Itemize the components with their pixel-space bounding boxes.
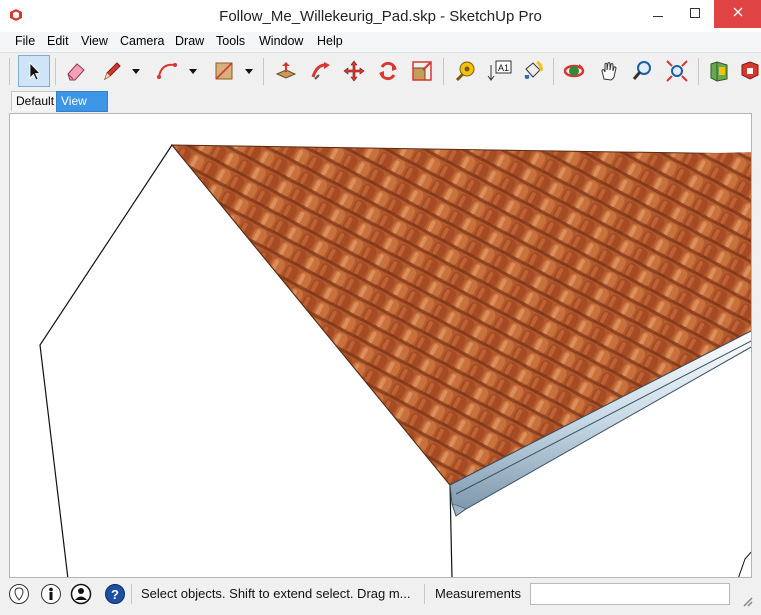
toolbar-separator (553, 58, 554, 85)
scene-tab-view[interactable]: View (56, 91, 108, 112)
menu-window[interactable]: Window (259, 34, 303, 48)
select-icon (29, 62, 41, 81)
rotate-tool-button[interactable] (372, 55, 404, 87)
text-tool-button[interactable]: A1 (484, 55, 516, 87)
resize-grip-icon[interactable] (740, 594, 754, 608)
extension-warehouse-button[interactable] (734, 55, 761, 87)
measurements-label: Measurements (435, 586, 521, 601)
menu-camera[interactable]: Camera (120, 34, 164, 48)
house-wall-corner (738, 551, 751, 577)
large-toolset-toolbar: A1 (0, 52, 761, 90)
eraser-icon (67, 63, 85, 81)
push-pull-icon (275, 62, 297, 79)
push-pull-tool-button[interactable] (270, 55, 302, 87)
menu-file[interactable]: File (15, 34, 35, 48)
maximize-icon (690, 8, 700, 18)
scale-icon (412, 61, 432, 81)
zoom-extents-icon (666, 60, 688, 82)
move-icon (343, 60, 365, 82)
paint-bucket-tool-button[interactable] (517, 55, 549, 87)
svg-text:?: ? (111, 587, 119, 602)
user-account-icon[interactable] (70, 583, 92, 605)
orbit-icon (563, 64, 585, 78)
drawing-viewport[interactable] (9, 113, 752, 578)
scale-tool-button[interactable] (406, 55, 438, 87)
paint-bucket-icon (524, 60, 543, 79)
tape-measure-tool-button[interactable] (449, 55, 481, 87)
rotate-icon (379, 61, 397, 81)
menu-draw[interactable]: Draw (175, 34, 204, 48)
scene-tab-default[interactable]: Default (11, 91, 59, 111)
follow-me-icon (311, 62, 330, 80)
text-icon: A1 (487, 60, 512, 81)
credits-icon[interactable] (40, 583, 62, 605)
menu-help[interactable]: Help (317, 34, 343, 48)
toolbar-separator (55, 58, 56, 85)
extension-warehouse-icon (741, 61, 759, 80)
3d-warehouse-icon (710, 61, 728, 82)
tape-measure-icon (455, 61, 475, 82)
3d-warehouse-button[interactable] (703, 55, 735, 87)
line-pencil-icon (104, 62, 121, 81)
arc-icon (157, 63, 177, 79)
toolbar-separator (263, 58, 264, 85)
eraser-tool-button[interactable] (60, 55, 92, 87)
toolbar-grip (9, 58, 10, 85)
pan-tool-button[interactable] (593, 55, 625, 87)
status-separator (424, 584, 425, 604)
toolbar-separator (698, 58, 699, 85)
rectangle-dropdown-arrow-icon[interactable] (244, 66, 254, 76)
select-tool-button[interactable] (18, 55, 50, 87)
maximize-button[interactable] (673, 0, 717, 28)
instructor-help-icon[interactable]: ? (104, 583, 126, 605)
roof-model-drawing[interactable] (10, 114, 752, 578)
status-bar: ? Select objects. Shift to extend select… (0, 580, 761, 608)
close-icon (733, 7, 742, 17)
geo-location-icon[interactable] (8, 583, 30, 605)
svg-text:A1: A1 (498, 63, 509, 73)
minimize-icon (653, 16, 663, 17)
menu-view[interactable]: View (81, 34, 108, 48)
zoom-icon (632, 61, 651, 80)
rectangle-icon (215, 62, 233, 80)
close-button[interactable] (714, 0, 761, 28)
scene-tabs-bar: Default View (0, 89, 761, 112)
move-tool-button[interactable] (338, 55, 370, 87)
status-hint-text: Select objects. Shift to extend select. … (141, 586, 411, 601)
toolbar-separator (443, 58, 444, 85)
line-dropdown-arrow-icon[interactable] (131, 66, 141, 76)
zoom-tool-button[interactable] (627, 55, 659, 87)
line-tool-button[interactable] (96, 55, 128, 87)
menu-edit[interactable]: Edit (47, 34, 69, 48)
pan-icon (601, 62, 617, 81)
zoom-extents-tool-button[interactable] (661, 55, 693, 87)
measurements-input[interactable] (530, 583, 730, 605)
title-bar: Follow_Me_Willekeurig_Pad.skp - SketchUp… (0, 0, 761, 32)
arc-dropdown-arrow-icon[interactable] (188, 66, 198, 76)
arc-tool-button[interactable] (151, 55, 183, 87)
menu-bar: File Edit View Camera Draw Tools Window … (0, 32, 761, 52)
status-separator (131, 584, 132, 604)
follow-me-tool-button[interactable] (305, 55, 337, 87)
rectangle-tool-button[interactable] (208, 55, 240, 87)
orbit-tool-button[interactable] (558, 55, 590, 87)
menu-tools[interactable]: Tools (216, 34, 245, 48)
